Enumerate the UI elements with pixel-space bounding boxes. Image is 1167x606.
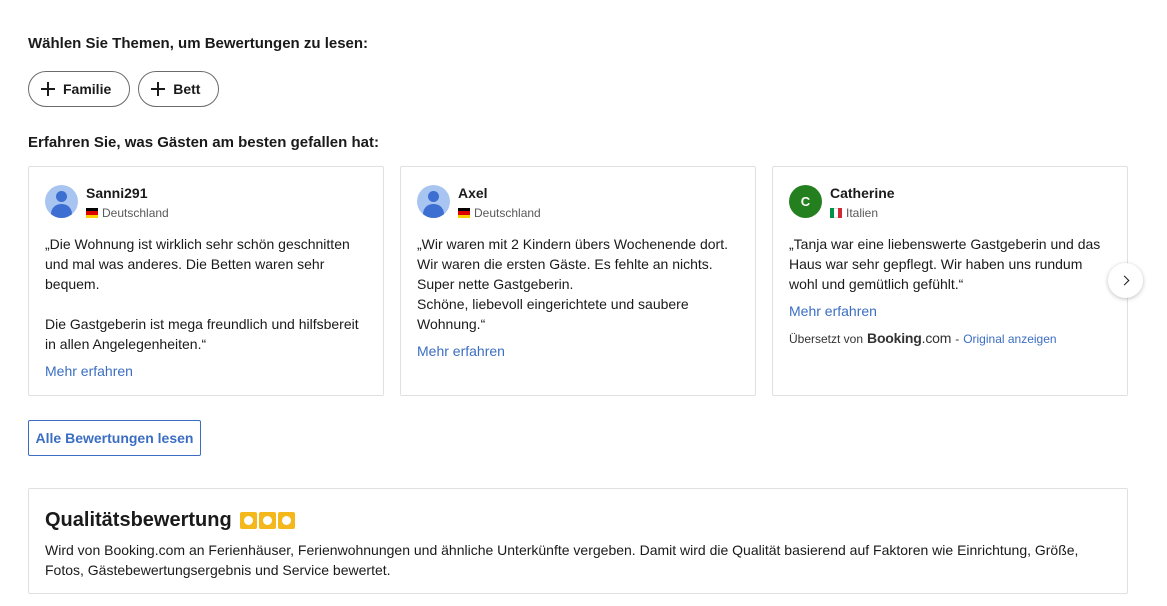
country-label: Italien <box>846 206 879 220</box>
quality-title-row: Qualitätsbewertung <box>45 509 1111 532</box>
person-avatar-icon <box>45 185 78 218</box>
booking-brand: Booking <box>867 330 922 346</box>
review-card: C Catherine Italien „Tanja war eine lieb… <box>772 166 1128 396</box>
review-text: „Tanja war eine liebenswerte Gastgeberin… <box>789 236 1101 292</box>
read-more-link[interactable]: Mehr erfahren <box>789 303 1111 319</box>
chevron-right-icon <box>1119 275 1129 286</box>
all-reviews-button[interactable]: Alle Bewertungen lesen <box>28 420 201 456</box>
germany-flag-icon <box>86 208 98 218</box>
review-card: Sanni291 Deutschland „Die Wohnung ist wi… <box>28 166 384 396</box>
review-carousel: Sanni291 Deutschland „Die Wohnung ist wi… <box>28 166 1128 396</box>
plus-icon <box>151 82 166 96</box>
chip-label: Bett <box>173 81 201 97</box>
translated-note: Übersetzt von Booking.com - Original anz… <box>789 330 1111 346</box>
booking-logo: Booking.com <box>867 330 951 346</box>
reviewer-name: Sanni291 <box>86 185 148 201</box>
rating-square-icon <box>239 512 257 529</box>
italy-flag-icon <box>830 208 842 218</box>
quality-rating-box: Qualitätsbewertung Wird von Booking.com … <box>28 488 1128 594</box>
reviewer-info: Axel Deutschland <box>417 185 739 220</box>
topic-chips: Familie Bett <box>28 71 220 107</box>
germany-flag-icon <box>458 208 470 218</box>
reviewer-country: Deutschland <box>458 206 541 220</box>
read-more-link[interactable]: Mehr erfahren <box>417 343 739 359</box>
review-card: Axel Deutschland „Wir waren mit 2 Kinder… <box>400 166 756 396</box>
translated-prefix: Übersetzt von <box>789 332 864 346</box>
letter-avatar: C <box>789 185 822 218</box>
show-original-link[interactable]: Original anzeigen <box>963 332 1056 346</box>
booking-brand-suffix: .com <box>921 330 952 346</box>
review-text: „Wir waren mit 2 Kindern übers Wochenend… <box>417 236 728 332</box>
reviewer-info: Sanni291 Deutschland <box>45 185 367 220</box>
reviewer-country: Italien <box>830 206 895 220</box>
chip-label: Familie <box>63 81 112 97</box>
topics-heading: Wählen Sie Themen, um Bewertungen zu les… <box>28 35 369 52</box>
carousel-next-button[interactable] <box>1108 263 1143 298</box>
review-text: „Die Wohnung ist wirklich sehr schön ges… <box>45 236 359 352</box>
read-more-link[interactable]: Mehr erfahren <box>45 363 367 379</box>
plus-icon <box>41 82 55 96</box>
country-label: Deutschland <box>102 206 169 220</box>
quality-description: Wird von Booking.com an Ferienhäuser, Fe… <box>45 542 1079 578</box>
reviewer-name: Axel <box>458 185 488 201</box>
rating-square-icon <box>258 512 276 529</box>
reviewer-info: C Catherine Italien <box>789 185 1111 220</box>
topic-chip-bett[interactable]: Bett <box>138 71 220 107</box>
translated-separator: - <box>955 332 960 346</box>
quality-stars <box>239 512 295 529</box>
person-avatar-icon <box>417 185 450 218</box>
quality-title: Qualitätsbewertung <box>45 509 232 531</box>
topic-chip-familie[interactable]: Familie <box>28 71 131 107</box>
country-label: Deutschland <box>474 206 541 220</box>
reviewer-country: Deutschland <box>86 206 169 220</box>
rating-square-icon <box>277 512 295 529</box>
reviewer-name: Catherine <box>830 185 895 201</box>
liked-heading: Erfahren Sie, was Gästen am besten gefal… <box>28 134 379 151</box>
